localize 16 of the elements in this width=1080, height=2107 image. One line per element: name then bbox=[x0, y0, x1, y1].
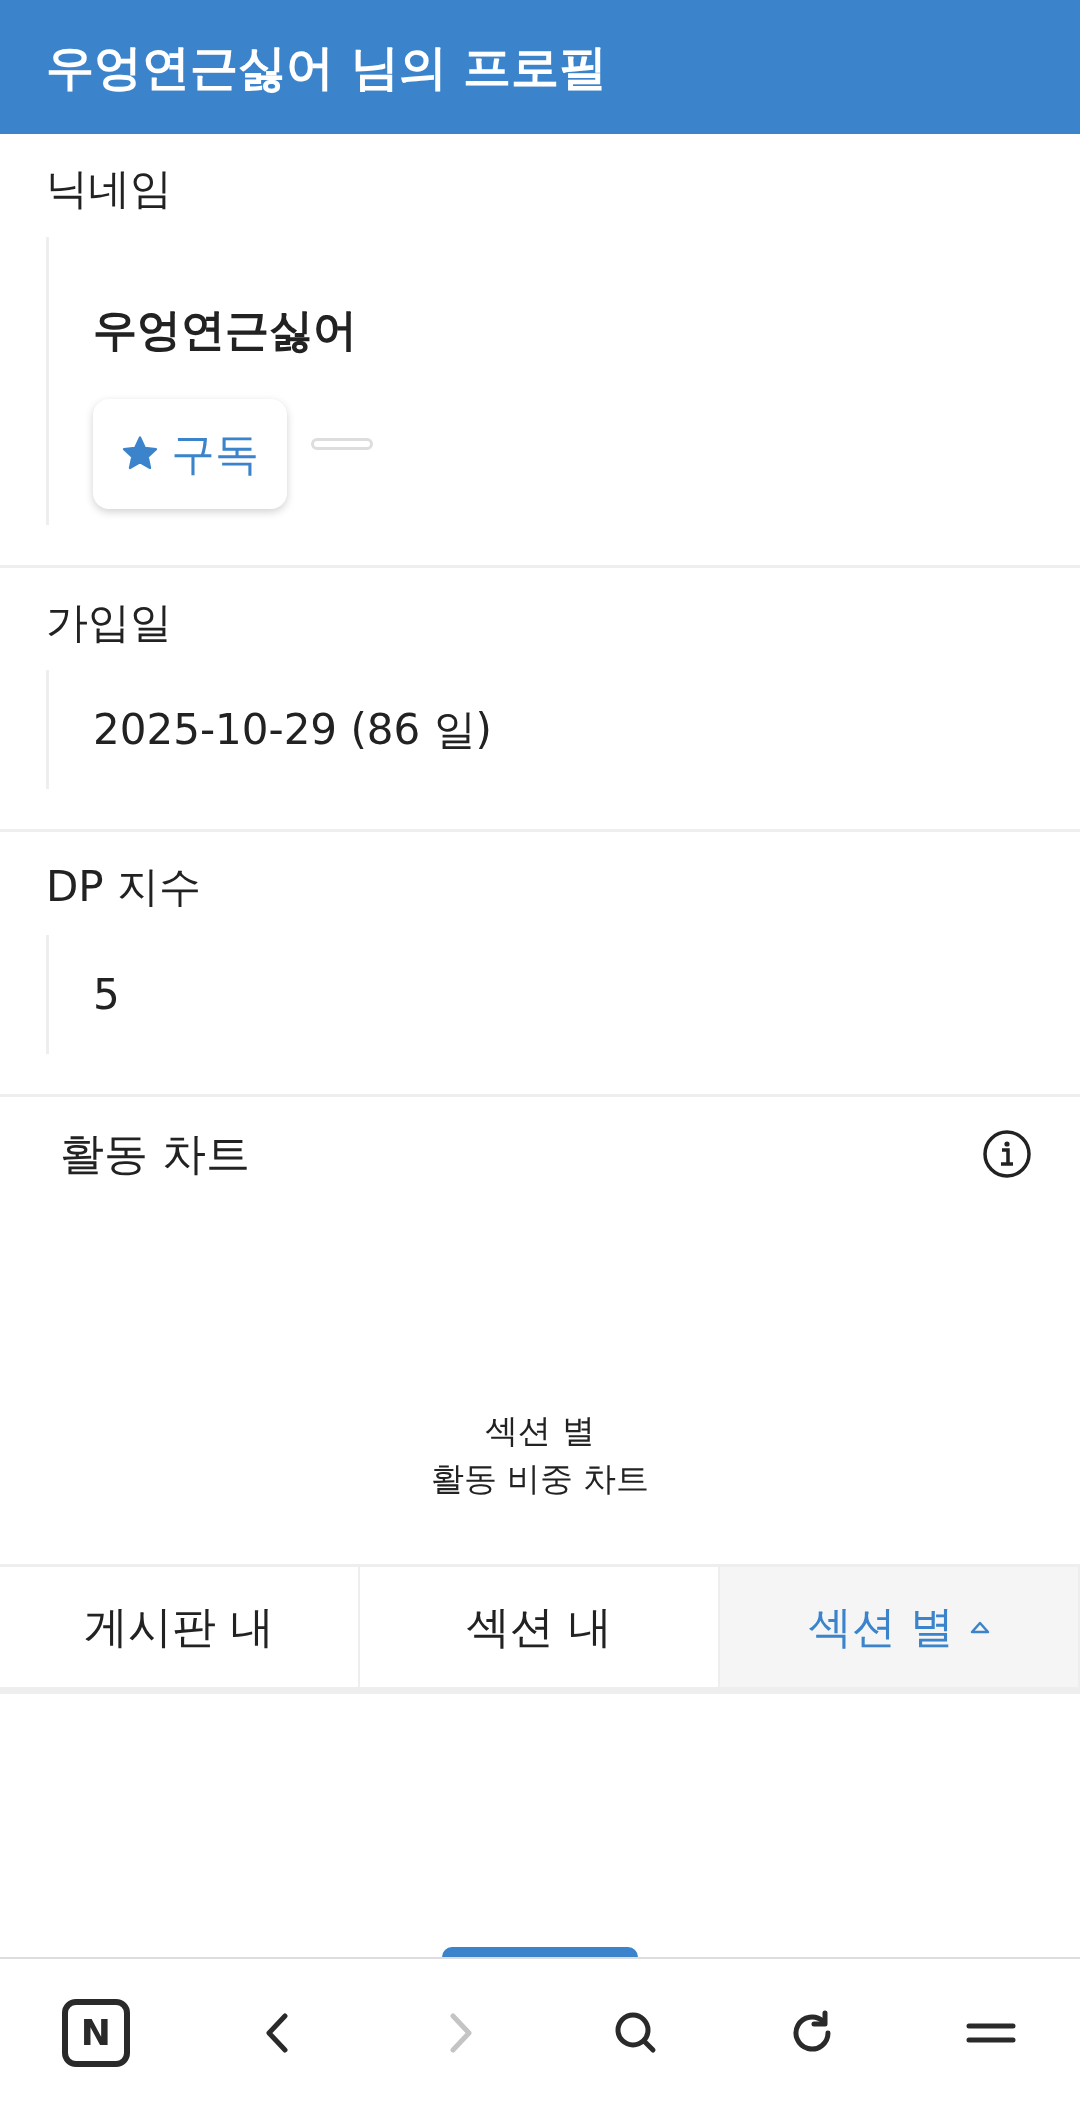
caret-up-icon bbox=[970, 1620, 990, 1635]
toggle-pill bbox=[311, 437, 373, 450]
field-value: 2025-10-29 (86 일) bbox=[93, 704, 493, 757]
subscribe-button[interactable]: 구독 bbox=[93, 398, 287, 509]
field-value: 5 bbox=[93, 968, 121, 1021]
field-label: 닉네임 bbox=[45, 163, 173, 215]
info-icon[interactable] bbox=[982, 1128, 1032, 1179]
chart-caption: 섹션 별 활동 비중 차트 bbox=[429, 1409, 651, 1500]
home-button[interactable]: N bbox=[61, 1999, 130, 2067]
chart-title: 활동 차트 bbox=[59, 1126, 250, 1181]
page-title: 우엉연근싫어 님의 프로필 bbox=[46, 38, 608, 97]
nickname-text: 우엉연근싫어 bbox=[93, 302, 358, 357]
star-icon bbox=[121, 435, 159, 472]
field-label: DP 지수 bbox=[45, 861, 203, 914]
field-label: 가입일 bbox=[45, 596, 173, 649]
tab[interactable]: 섹션 별 bbox=[720, 1567, 1080, 1688]
